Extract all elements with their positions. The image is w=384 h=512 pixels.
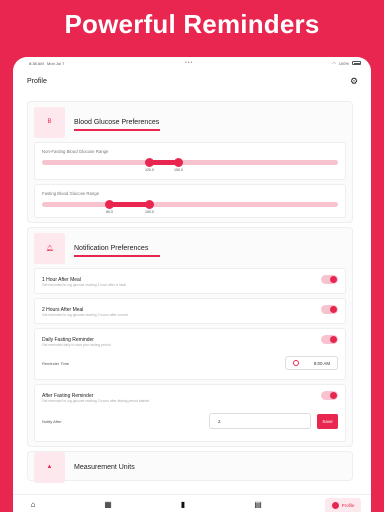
- person-icon: [331, 502, 339, 509]
- notification-card: 2 Hours After Meal Get reminded to log g…: [34, 298, 346, 324]
- notification-subtitle: Get reminded to log glucose reading 2 ho…: [42, 399, 150, 403]
- notification-subtitle: Get reminded daily to start your fasting…: [42, 343, 111, 347]
- notification-card: Daily Fasting Reminder Get reminded dail…: [34, 328, 346, 380]
- notification-subtitle: Get reminded to log glucose reading 2 ho…: [42, 313, 128, 317]
- section-avatar: B: [34, 106, 65, 138]
- profile-tab-label: Profile: [341, 503, 355, 508]
- toggle-knob: [330, 336, 337, 343]
- status-time: 8:38 AM: [29, 60, 44, 66]
- notification-title: After Fasting Reminder: [42, 392, 94, 399]
- range-slider-track[interactable]: 120.0 150.0: [42, 158, 338, 172]
- home-icon[interactable]: ⌂: [28, 500, 38, 510]
- battery-icon: [352, 61, 361, 65]
- reminder-time-label: Reminder Time: [42, 360, 70, 366]
- notification-card: 1 Hour After Meal Get reminded to log gl…: [34, 268, 346, 294]
- hero-title: Powerful Reminders: [64, 8, 320, 39]
- notification-card: After Fasting Reminder Get reminded to l…: [34, 384, 346, 442]
- range-label: Non-Fasting Blood Glucose Range: [42, 149, 109, 154]
- ruler-icon: ▲: [34, 451, 65, 483]
- range-thumb-high[interactable]: [144, 200, 154, 209]
- range-low-value: 80.0: [105, 210, 113, 214]
- status-bar: 8:38 AM Mon Jul 7 ••• ◠ 100%: [13, 57, 371, 69]
- profile-content: B Blood Glucose Preferences Non-Fasting …: [27, 101, 353, 485]
- bar-chart-icon[interactable]: ▮: [178, 500, 188, 510]
- blood-glucose-section: B Blood Glucose Preferences Non-Fasting …: [27, 101, 353, 223]
- measurement-units-section: ▲ Measurement Units: [27, 451, 353, 483]
- gear-icon[interactable]: ⚙: [349, 76, 359, 86]
- range-low-value: 120.0: [144, 168, 154, 172]
- notification-title: Daily Fasting Reminder: [42, 336, 94, 343]
- clipboard-icon[interactable]: ▤: [253, 500, 263, 510]
- notification-section: 🔔︎ Notification Preferences 1 Hour After…: [27, 227, 353, 447]
- fasting-range-card: Fasting Blood Glucose Range 80.0 100.0: [34, 184, 346, 218]
- profile-tab[interactable]: Profile: [325, 498, 361, 512]
- app-bar: Profile ⚙: [13, 69, 371, 93]
- section-header: ▲ Measurement Units: [28, 451, 352, 483]
- range-fill: [109, 202, 150, 207]
- save-button[interactable]: Save: [317, 413, 338, 429]
- notification-title: 2 Hours After Meal: [42, 306, 84, 313]
- title-underline: [74, 255, 160, 257]
- wifi-icon: ◠: [332, 60, 336, 66]
- section-title: Notification Preferences: [74, 244, 160, 257]
- range-high-value: 100.0: [144, 210, 154, 214]
- title-underline: [74, 129, 160, 131]
- avatar-letter: B: [47, 119, 52, 125]
- multitasking-dots[interactable]: •••: [185, 60, 193, 66]
- reminder-time-picker[interactable]: 8:00 AM: [285, 356, 338, 370]
- clock-icon: [293, 360, 299, 366]
- notify-after-input[interactable]: 2: [209, 413, 311, 429]
- hero-banner: Powerful Reminders: [0, 0, 384, 48]
- section-title-text: Measurement Units: [74, 463, 135, 471]
- section-title: Blood Glucose Preferences: [74, 118, 160, 131]
- notification-toggle[interactable]: [321, 335, 338, 344]
- section-title: Measurement Units: [74, 464, 135, 471]
- toggle-knob: [330, 392, 337, 399]
- notification-subtitle: Get reminded to log glucose reading 1 ho…: [42, 283, 127, 287]
- calendar-icon[interactable]: ▦: [103, 500, 113, 510]
- section-header: B Blood Glucose Preferences: [28, 102, 352, 142]
- section-title-text: Notification Preferences: [74, 244, 149, 252]
- range-high-value: 150.0: [173, 168, 183, 172]
- toggle-knob: [330, 276, 337, 283]
- section-title-text: Blood Glucose Preferences: [74, 118, 160, 126]
- status-date: Mon Jul 7: [47, 60, 65, 66]
- non-fasting-range-card: Non-Fasting Blood Glucose Range 120.0 15…: [34, 142, 346, 180]
- range-thumb-low[interactable]: [144, 158, 154, 167]
- reminder-time-value: 8:00 AM: [313, 360, 330, 366]
- bell-icon: 🔔︎: [34, 232, 65, 264]
- notification-title: 1 Hour After Meal: [42, 276, 81, 283]
- range-thumb-low[interactable]: [104, 200, 114, 209]
- range-slider-track[interactable]: 80.0 100.0: [42, 200, 338, 214]
- notification-toggle[interactable]: [321, 391, 338, 400]
- tablet-screen: 8:38 AM Mon Jul 7 ••• ◠ 100% Profile ⚙ B…: [13, 57, 371, 512]
- battery-percent: 100%: [338, 60, 349, 66]
- range-thumb-high[interactable]: [173, 158, 183, 167]
- bottom-nav: ⌂ ▦ ▮ ▤ Profile: [13, 494, 371, 512]
- notification-toggle[interactable]: [321, 305, 338, 314]
- notification-toggle[interactable]: [321, 275, 338, 284]
- notify-after-label: Notify After: [42, 418, 62, 424]
- page-title: Profile: [27, 77, 47, 85]
- section-header: 🔔︎ Notification Preferences: [28, 228, 352, 268]
- toggle-knob: [330, 306, 337, 313]
- range-label: Fasting Blood Glucose Range: [42, 191, 100, 196]
